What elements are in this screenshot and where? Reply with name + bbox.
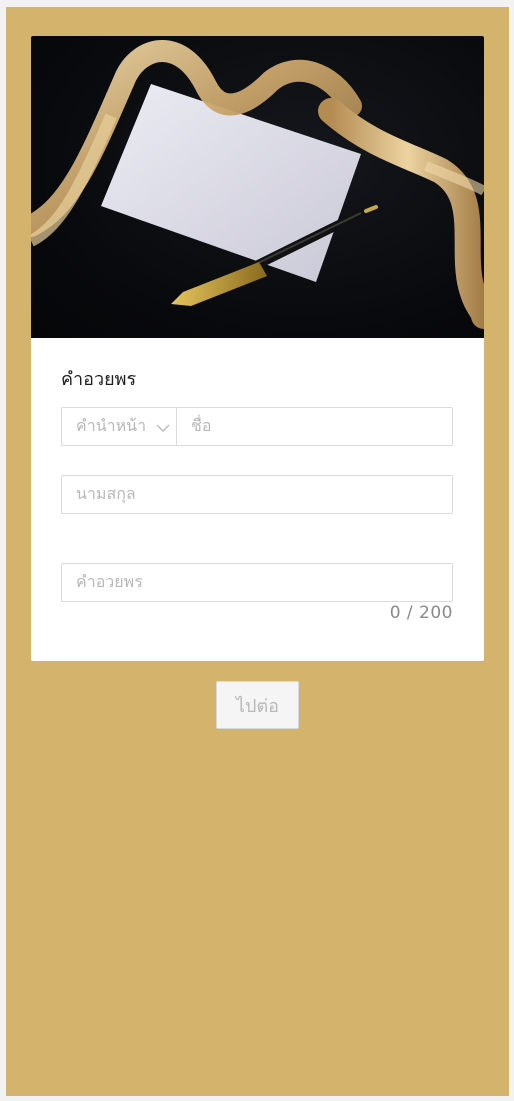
hero-image [31,36,484,338]
page-background: คำอวยพร คำนำหน้า ชื่อ นามสกุล คำอวยพร 0 … [6,7,509,1096]
wish-placeholder: คำอวยพร [76,572,143,591]
firstname-placeholder: ชื่อ [191,416,212,435]
lastname-placeholder: นามสกุล [76,484,136,503]
wish-textarea[interactable]: คำอวยพร [61,563,453,602]
prefix-placeholder: คำนำหน้า [76,416,147,435]
next-button[interactable]: ไปต่อ [216,681,299,729]
prefix-select[interactable]: คำนำหน้า [61,407,177,446]
envelope-ribbon-pen-illustration [31,40,484,329]
firstname-input[interactable]: ชื่อ [176,407,453,446]
form-card: คำอวยพร คำนำหน้า ชื่อ นามสกุล คำอวยพร 0 … [31,36,484,661]
lastname-input[interactable]: นามสกุล [61,475,453,514]
section-title: คำอวยพร [61,369,137,390]
character-counter: 0 / 200 [389,603,453,623]
chevron-down-icon [156,420,170,434]
